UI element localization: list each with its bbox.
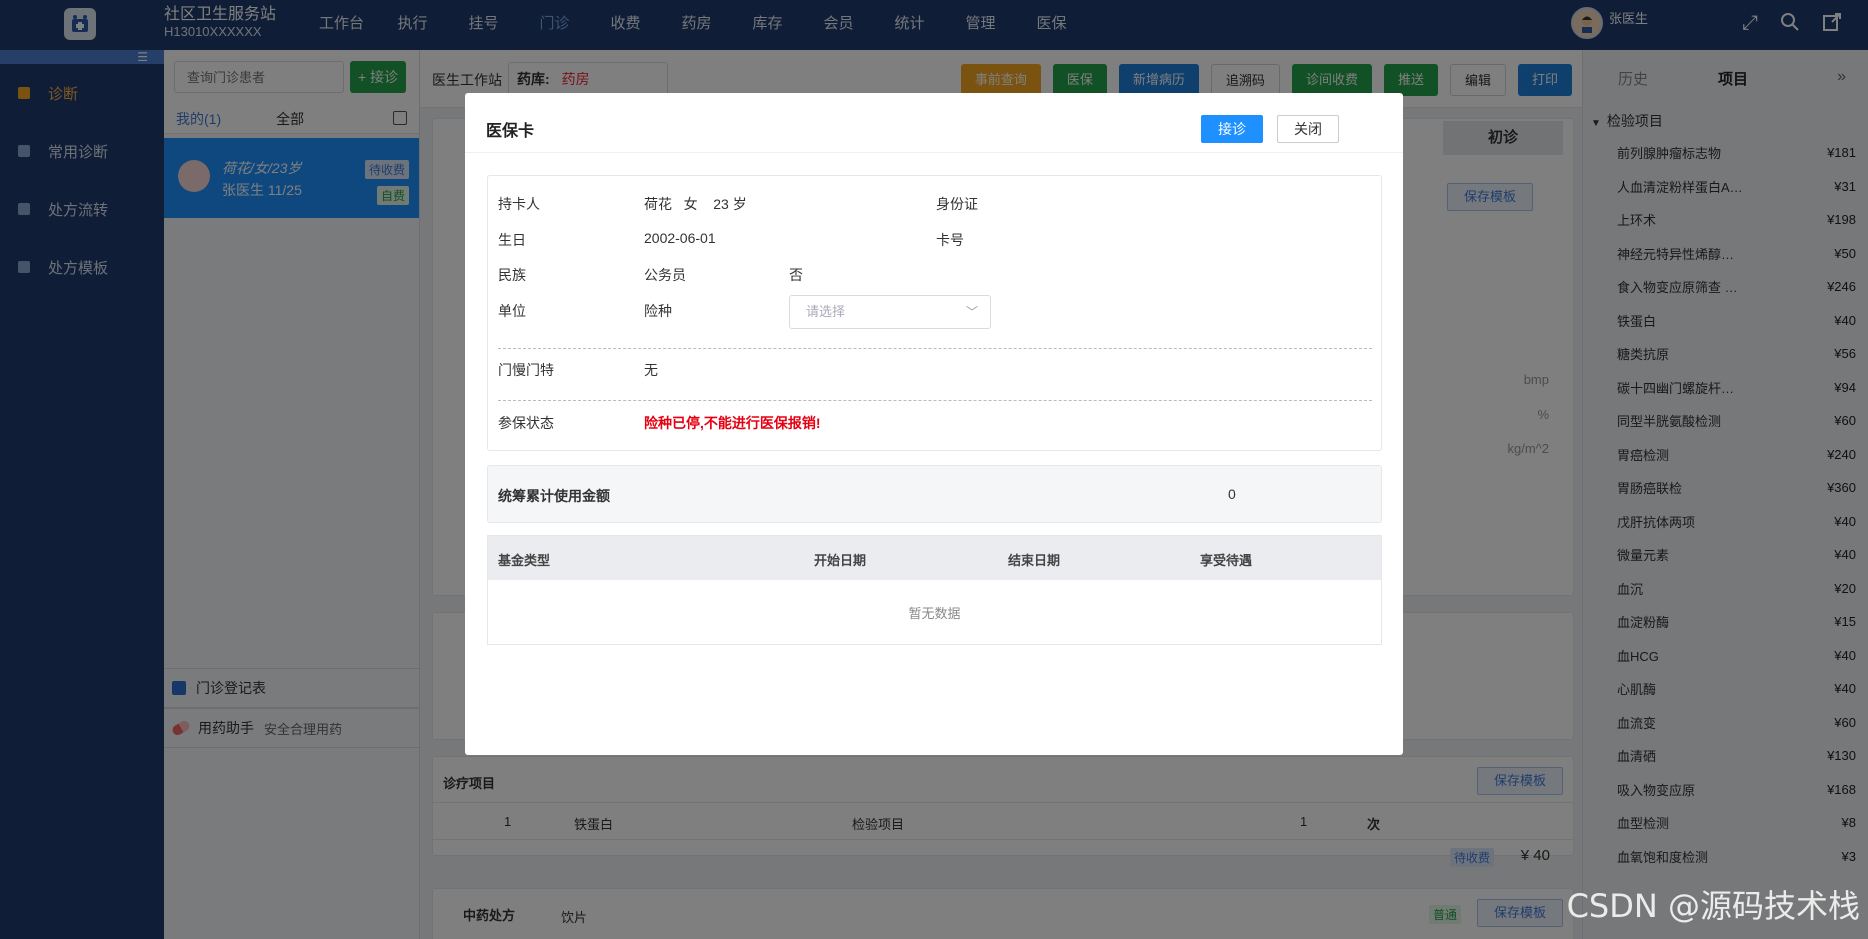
pool-amount-label: 统筹累计使用金额 <box>498 488 610 504</box>
accept-visit-button[interactable]: 接诊 <box>1201 115 1263 143</box>
col-end-date: 结束日期 <box>1008 553 1061 568</box>
civil-servant-label: 公务员 <box>644 267 686 283</box>
holder-value: 荷花 女 23 岁 <box>644 196 747 212</box>
select-placeholder: 请选择 <box>806 304 846 319</box>
civil-servant-value: 否 <box>789 267 803 283</box>
pool-amount-box: 统筹累计使用金额 0 <box>487 465 1382 523</box>
fund-table: 基金类型 开始日期 结束日期 享受待遇 暂无数据 <box>487 535 1382 645</box>
enroll-status-value: 险种已停,不能进行医保报销! <box>644 415 821 431</box>
id-label: 身份证 <box>936 196 978 212</box>
ethnic-label: 民族 <box>498 267 526 283</box>
divider <box>498 348 1372 349</box>
chronic-label: 门慢门特 <box>498 362 554 378</box>
dialog-title: 医保卡 <box>486 123 535 140</box>
birth-value: 2002-06-01 <box>644 230 716 246</box>
table-header: 基金类型 开始日期 结束日期 享受待遇 <box>488 536 1381 580</box>
divider <box>498 400 1372 401</box>
birth-label: 生日 <box>498 232 526 248</box>
insurance-type-select[interactable]: 请选择 ﹀ <box>789 295 991 329</box>
insurance-card-dialog: 医保卡 接诊 关闭 持卡人 荷花 女 23 岁 身份证 生日 2002-06-0… <box>465 93 1403 755</box>
holder-label: 持卡人 <box>498 196 540 212</box>
pool-amount-value: 0 <box>1228 486 1236 502</box>
dialog-header: 医保卡 接诊 关闭 <box>465 93 1403 153</box>
insurance-type-label: 险种 <box>644 303 672 319</box>
chevron-down-icon: ﹀ <box>965 305 978 319</box>
card-info-box: 持卡人 荷花 女 23 岁 身份证 生日 2002-06-01 卡号 民族 公务… <box>487 175 1382 451</box>
chronic-value: 无 <box>644 362 658 378</box>
close-button[interactable]: 关闭 <box>1277 115 1339 143</box>
empty-state: 暂无数据 <box>908 605 961 621</box>
col-fund-type: 基金类型 <box>498 553 551 568</box>
watermark: CSDN @源码技术栈 <box>1566 887 1860 925</box>
card-number-label: 卡号 <box>936 232 964 248</box>
enroll-status-label: 参保状态 <box>498 415 554 431</box>
col-start-date: 开始日期 <box>814 553 867 568</box>
employer-label: 单位 <box>498 303 526 319</box>
col-benefit: 享受待遇 <box>1200 553 1253 568</box>
